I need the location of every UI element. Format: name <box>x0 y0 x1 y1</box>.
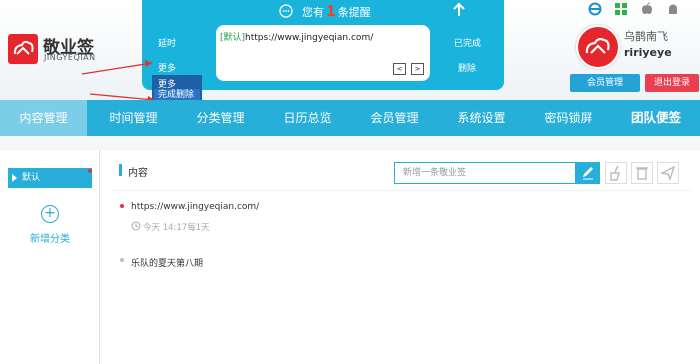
tab-time-manage[interactable]: 时间管理 <box>90 100 177 136</box>
reminder-text: [默认]https://www.jingyeqian.com/ <box>220 30 373 43</box>
logout-button[interactable]: 退出登录 <box>645 74 699 92</box>
pencil-icon <box>583 167 593 180</box>
tab-content-manage[interactable]: 内容管理 <box>0 100 87 136</box>
logo-icon <box>8 34 38 64</box>
user-nickname: 乌鹊南飞 <box>624 30 668 43</box>
windows-icon[interactable] <box>614 2 628 16</box>
send-button[interactable] <box>657 162 679 184</box>
prev-button[interactable]: < <box>393 63 406 75</box>
clock-icon <box>131 221 141 234</box>
category-dot-icon <box>88 169 92 173</box>
trash-button[interactable] <box>631 162 653 184</box>
android-icon[interactable] <box>666 2 680 16</box>
tab-calendar-overview[interactable]: 日历总览 <box>264 100 351 136</box>
new-note-input[interactable]: 新增一条敬业签 <box>394 162 576 184</box>
add-category-link[interactable]: 新增分类 <box>0 230 100 245</box>
done-button[interactable]: 已完成 <box>454 36 481 49</box>
add-circle-icon[interactable]: + <box>41 205 59 223</box>
tab-category-manage[interactable]: 分类管理 <box>177 100 264 136</box>
reminder-link: https://www.jingyeqian.com/ <box>245 33 374 43</box>
more-button[interactable]: 更多 <box>158 61 176 74</box>
item-dot-icon <box>120 258 124 262</box>
category-default[interactable]: 默认 <box>8 168 92 188</box>
edit-button[interactable] <box>576 162 600 184</box>
header: 敬业签 JINGYEQIAN 您有 1 条提醒 延时 更多 已完成 删除 [默认… <box>0 0 700 103</box>
next-button[interactable]: > <box>411 63 424 75</box>
arrow-up-icon[interactable] <box>452 2 466 21</box>
item-time: 今天 14:17每1天 <box>143 223 210 233</box>
tab-team-notes[interactable]: 团队便签 <box>612 100 700 136</box>
section-title: 内容 <box>128 168 148 179</box>
paper-plane-icon <box>659 165 676 182</box>
chat-bubble-icon <box>278 3 294 22</box>
tab-member-manage[interactable]: 会员管理 <box>351 100 438 136</box>
user-id: ririyeye <box>624 46 672 59</box>
annotation-arrow-icon <box>81 60 155 103</box>
reminder-suffix: 条提醒 <box>337 6 371 19</box>
member-manage-button[interactable]: 会员管理 <box>570 74 640 92</box>
delete-button[interactable]: 删除 <box>458 61 476 74</box>
reminder-title: 您有 1 条提醒 <box>302 4 371 20</box>
section-marker <box>119 164 122 176</box>
list-item[interactable]: https://www.jingyeqian.com/ <box>131 202 259 212</box>
tab-password-lock[interactable]: 密码锁屏 <box>525 100 612 136</box>
broom-button[interactable] <box>605 162 627 184</box>
app-window: 敬业签 JINGYEQIAN 您有 1 条提醒 延时 更多 已完成 删除 [默认… <box>0 0 700 364</box>
reminder-prefix: 您有 <box>302 6 324 19</box>
trash-icon <box>636 167 648 180</box>
main-nav: 内容管理 时间管理 分类管理 日历总览 会员管理 系统设置 密码锁屏 团队便签 <box>0 100 700 136</box>
list-item[interactable]: 乐队的夏天第八期 <box>131 256 203 269</box>
divider <box>111 190 691 191</box>
avatar[interactable] <box>576 25 620 69</box>
broom-icon <box>610 165 620 181</box>
reminder-content: [默认]https://www.jingyeqian.com/ < > <box>216 25 430 81</box>
reminder-count: 1 <box>326 4 336 20</box>
category-sidebar: 默认 + 新增分类 <box>0 150 100 364</box>
apple-icon[interactable] <box>640 2 654 16</box>
delay-button[interactable]: 延时 <box>158 36 176 49</box>
content-panel: 内容 新增一条敬业签 https://www.jingyeqian.com/ 今… <box>101 150 700 364</box>
item-dot-icon <box>120 204 124 208</box>
reminder-tag: [默认] <box>220 33 246 43</box>
ie-browser-icon[interactable] <box>588 2 602 16</box>
tab-system-settings[interactable]: 系统设置 <box>438 100 525 136</box>
